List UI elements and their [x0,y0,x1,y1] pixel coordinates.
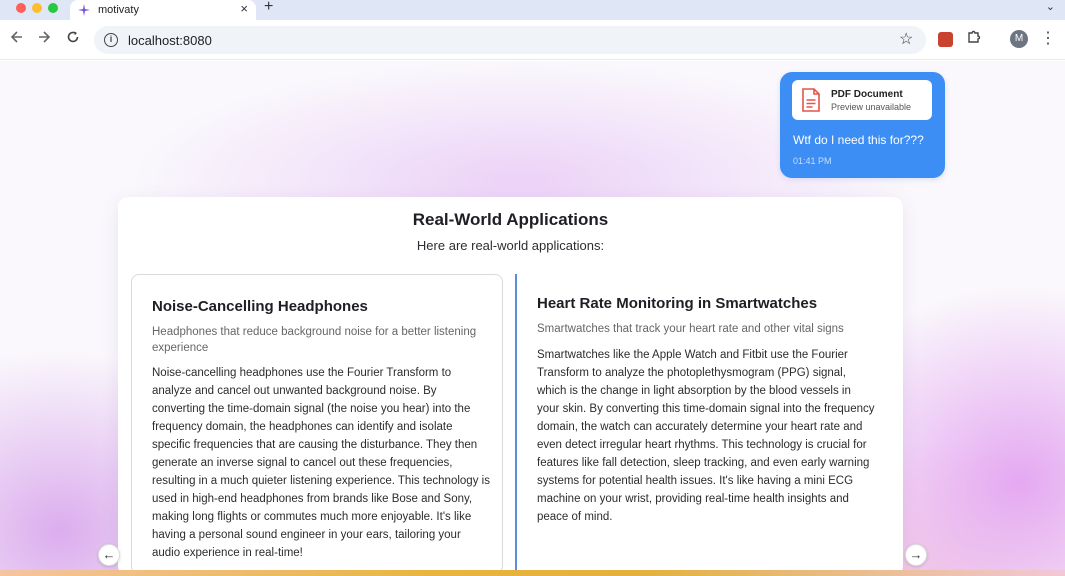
browser-tab[interactable]: motivaty × [70,0,256,20]
sparkle-icon [78,4,90,16]
application-description: Headphones that reduce background noise … [152,326,477,354]
next-arrow-button[interactable]: → [905,544,927,566]
forward-arrow-icon[interactable] [35,30,53,48]
browser-toolbar: i localhost:8080 ☆ M ⋮ [0,20,1065,60]
reload-icon[interactable] [64,30,82,48]
card-subtitle: Here are real-world applications: [416,238,605,253]
window-minimize-button[interactable] [32,3,42,13]
previous-arrow-button[interactable]: ← [98,544,120,566]
profile-avatar[interactable]: M [1010,30,1028,48]
window-close-button[interactable] [16,3,26,13]
attachment-subtitle: Preview unavailable [831,101,912,112]
browser-menu-icon[interactable]: ⋮ [1040,28,1056,48]
back-arrow-icon[interactable] [8,30,26,48]
tab-bar: motivaty × + ⌄ [0,0,1065,20]
application-card-smartwatch[interactable]: Heart Rate Monitoring in Smartwatches Sm… [515,274,887,574]
window-maximize-button[interactable] [48,3,58,13]
application-body: Smartwatches like the Apple Watch and Fi… [537,349,875,523]
application-body: Noise-cancelling headphones use the Four… [152,367,490,559]
tab-search-button[interactable]: ⌄ [1046,0,1055,13]
application-title: Heart Rate Monitoring in Smartwatches [537,295,818,312]
user-message-bubble: PDF Document Preview unavailable Wtf do … [780,72,945,178]
application-title: Noise-Cancelling Headphones [152,298,368,315]
tab-close-icon[interactable]: × [240,1,248,16]
address-bar[interactable]: i localhost:8080 [94,26,926,54]
application-description: Smartwatches that track your heart rate … [537,323,844,335]
extensions-puzzle-icon[interactable] [967,29,982,48]
attachment-title: PDF Document [831,88,903,100]
site-info-icon[interactable]: i [104,33,118,47]
pdf-attachment[interactable]: PDF Document Preview unavailable [792,80,932,120]
message-text: Wtf do I need this for??? [793,133,924,147]
extension-icon[interactable] [938,32,953,47]
bookmark-star-icon[interactable]: ☆ [899,29,913,49]
url-text: localhost:8080 [128,32,212,48]
bottom-gradient-strip [0,570,1065,576]
message-timestamp: 01:41 PM [793,156,832,166]
pdf-file-icon [802,88,820,112]
tab-title: motivaty [98,4,139,16]
applications-card: Real-World Applications Here are real-wo… [118,197,903,576]
page-content: PDF Document Preview unavailable Wtf do … [0,61,1065,576]
application-card-headphones[interactable]: Noise-Cancelling Headphones Headphones t… [131,274,503,574]
new-tab-button[interactable]: + [264,0,273,16]
card-title: Real-World Applications [412,210,609,229]
